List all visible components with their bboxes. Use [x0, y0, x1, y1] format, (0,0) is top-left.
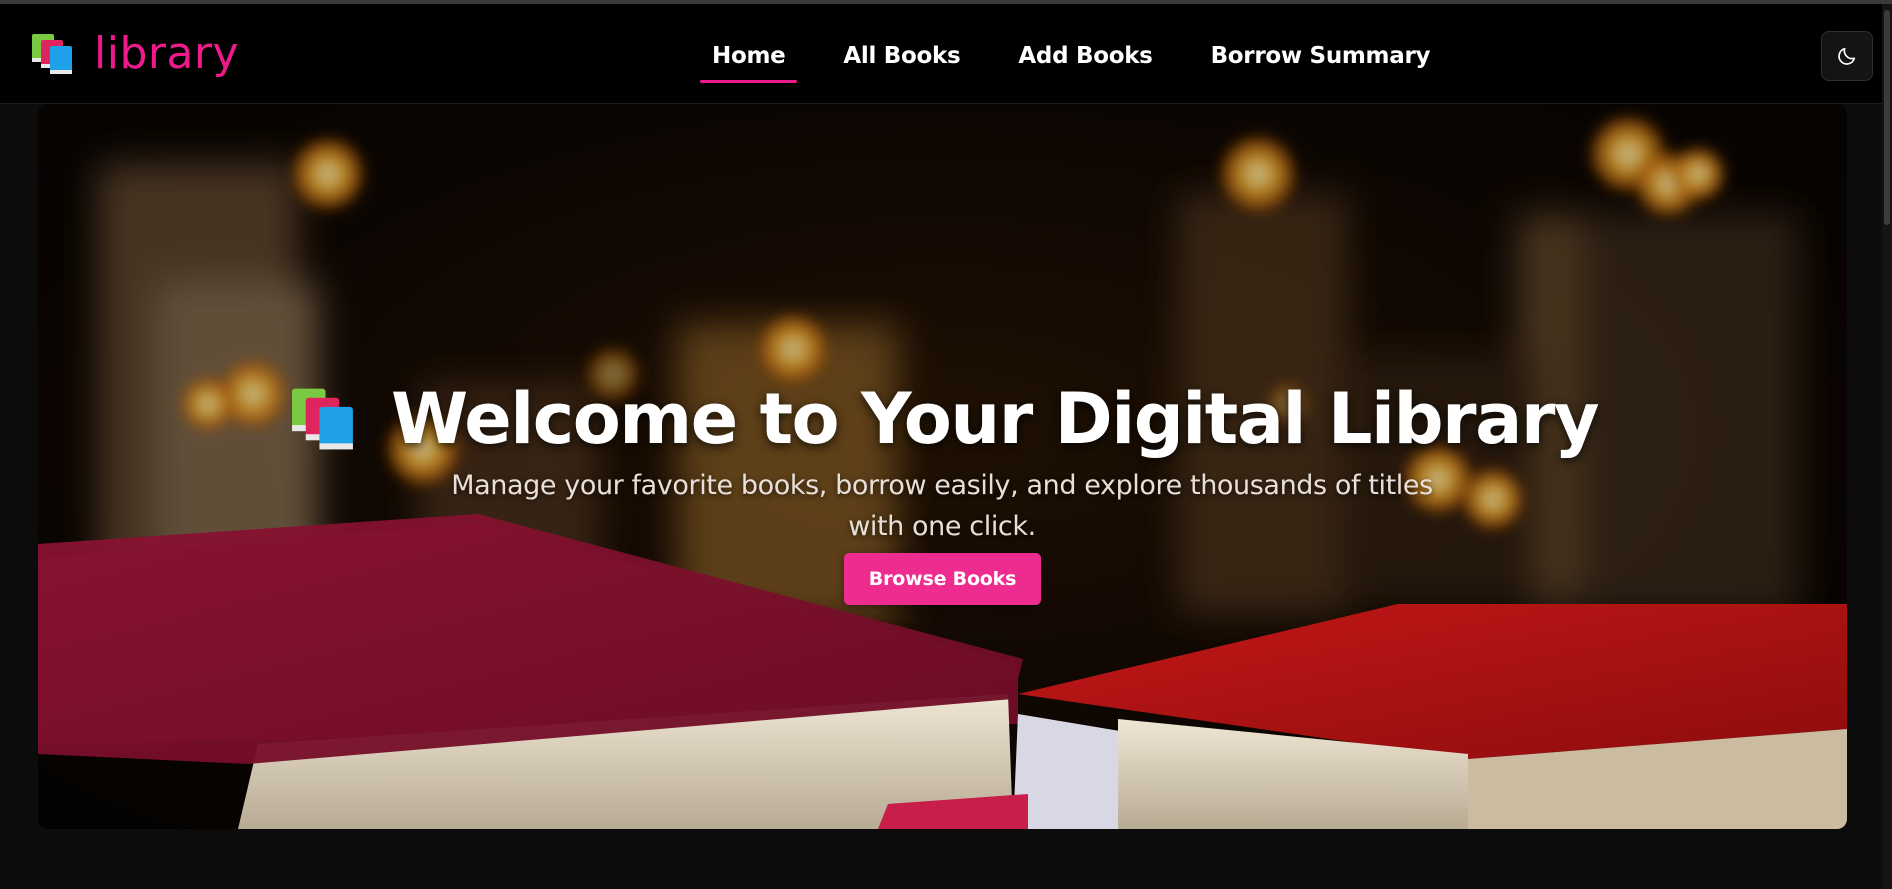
books-icon: [32, 34, 72, 74]
hero-subtitle: Manage your favorite books, borrow easil…: [451, 470, 1433, 542]
nav-link-all-books[interactable]: All Books: [831, 33, 972, 79]
hero-title-text: Welcome to Your Digital Library: [391, 377, 1599, 460]
hero-title: Welcome to Your Digital Library: [38, 376, 1847, 462]
nav-link-borrow-summary[interactable]: Borrow Summary: [1199, 33, 1443, 79]
scrollbar-thumb[interactable]: [1884, 10, 1890, 225]
books-icon: [292, 388, 353, 450]
hero-banner: Welcome to Your Digital Library Manage y…: [38, 104, 1847, 829]
nav-link-home[interactable]: Home: [700, 33, 798, 83]
brand-name: library: [94, 28, 240, 79]
hero-content: Welcome to Your Digital Library Manage y…: [38, 104, 1847, 829]
navbar: library Home All Books Add Books Borrow …: [0, 4, 1892, 104]
browse-books-button[interactable]: Browse Books: [844, 553, 1041, 605]
nav-link-add-books[interactable]: Add Books: [1006, 33, 1164, 79]
main-nav: Home All Books Add Books Borrow Summary: [700, 28, 1476, 84]
theme-toggle-button[interactable]: [1821, 31, 1873, 81]
moon-icon: [1838, 47, 1856, 65]
brand-logo-link[interactable]: library: [30, 29, 239, 79]
page-scrollbar[interactable]: [1882, 4, 1892, 889]
